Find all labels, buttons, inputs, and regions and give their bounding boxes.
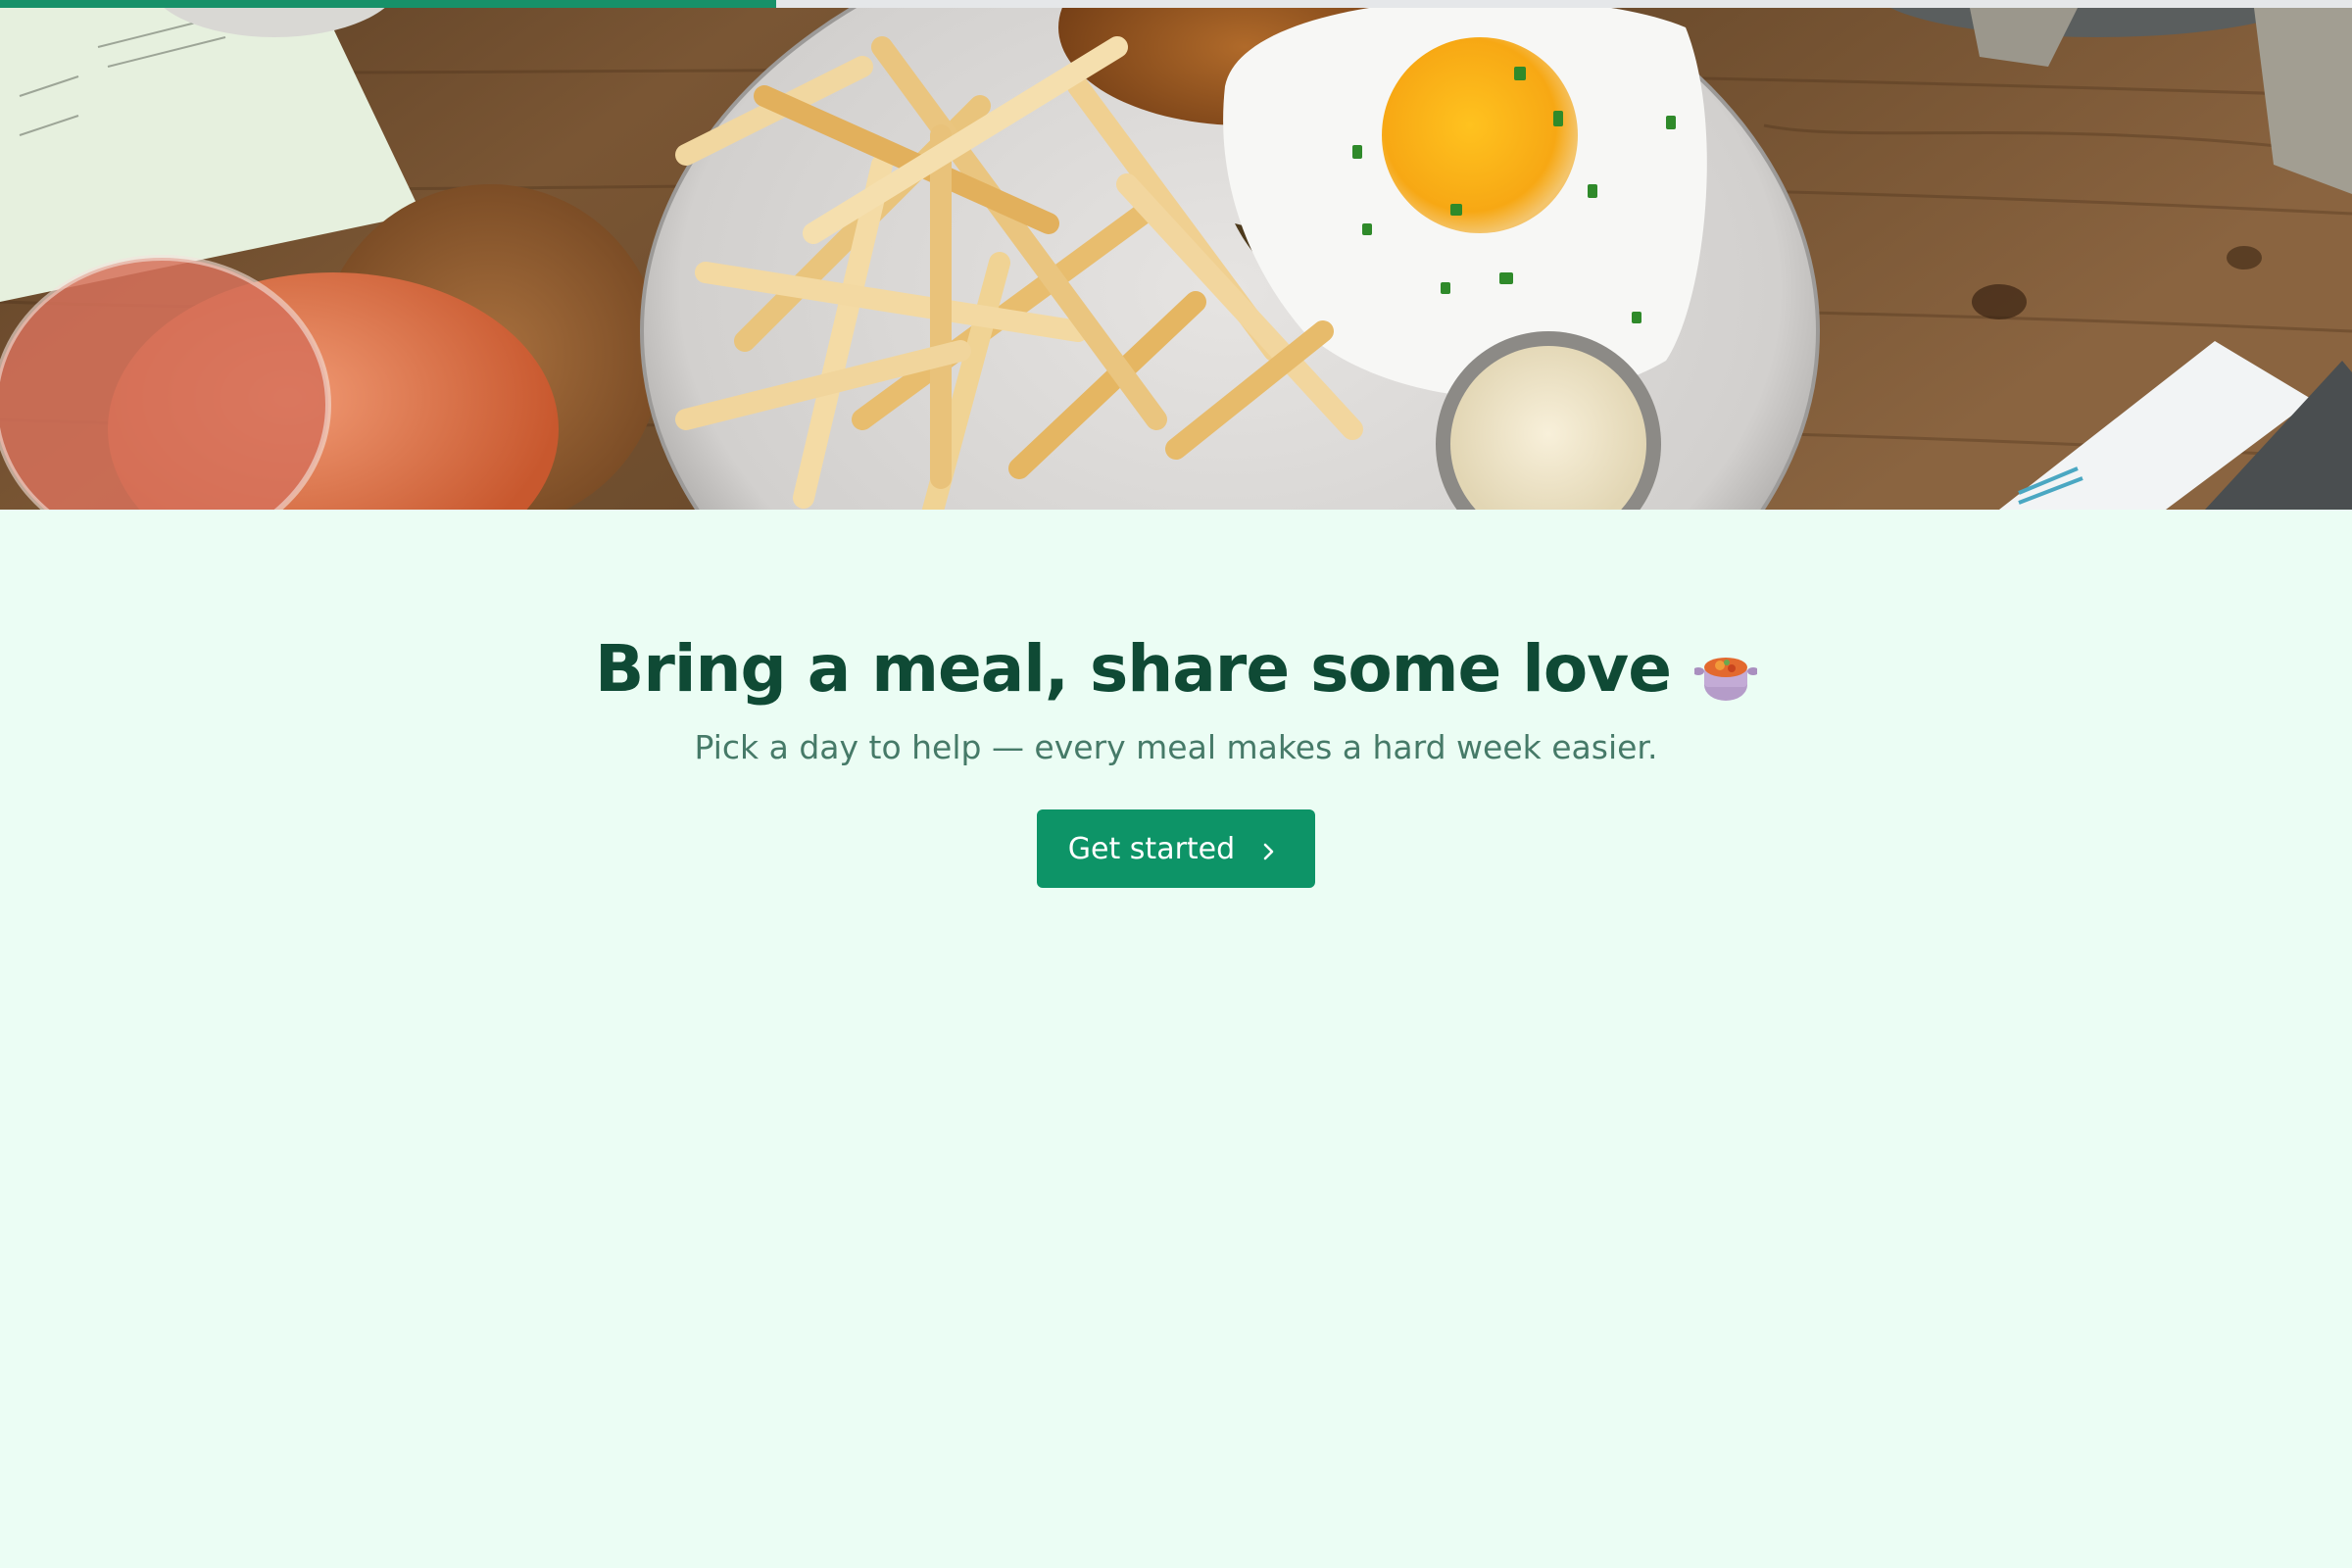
- get-started-button[interactable]: Get started: [1036, 809, 1316, 888]
- page-title-text: Bring a meal, share some love: [595, 631, 1672, 707]
- stew-pot-icon: [1691, 642, 1759, 705]
- progress-bar-fill: [0, 0, 776, 8]
- hero-image: [0, 8, 2352, 510]
- chevron-right-icon: [1256, 837, 1280, 860]
- progress-bar: [0, 0, 2352, 8]
- main-content: Bring a meal, share some love Pick a day…: [0, 510, 2352, 888]
- get-started-label: Get started: [1067, 831, 1236, 866]
- subtitle: Pick a day to help — every meal makes a …: [694, 728, 1658, 766]
- page-title: Bring a meal, share some love: [595, 631, 1759, 707]
- page: Bring a meal, share some love Pick a day…: [0, 0, 2352, 1568]
